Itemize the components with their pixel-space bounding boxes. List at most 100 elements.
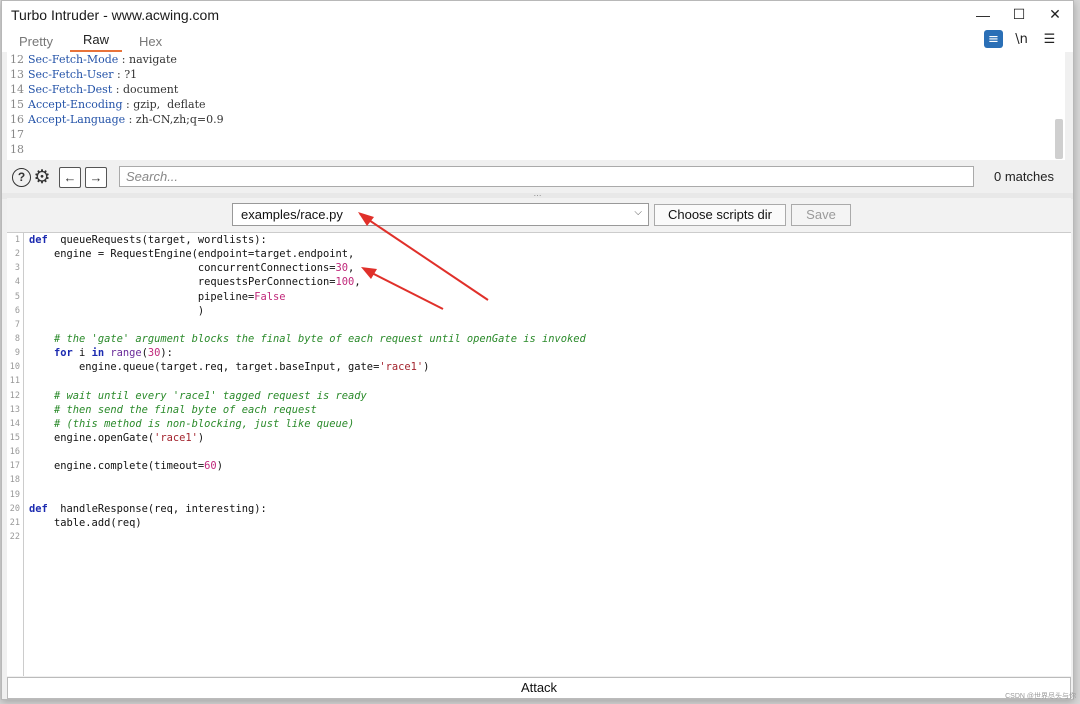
code-line-number: 22 xyxy=(7,530,20,544)
code-text: pipeline=False xyxy=(29,290,286,304)
tab-hex[interactable]: Hex xyxy=(126,34,175,52)
raw-line: 14Sec-Fetch-Dest : document xyxy=(7,82,1065,97)
code-line-number: 6 xyxy=(7,304,20,318)
code-line-number: 14 xyxy=(7,417,20,431)
tab-raw[interactable]: Raw xyxy=(70,32,122,52)
header-name: Accept-Encoding xyxy=(28,98,123,111)
raw-request-editor[interactable]: 12Sec-Fetch-Mode : navigate13Sec-Fetch-U… xyxy=(7,52,1065,160)
code-line: 4 requestsPerConnection=100, xyxy=(7,275,1071,289)
code-line: 8 # the 'gate' argument blocks the final… xyxy=(7,332,1071,346)
code-text: for i in range(30): xyxy=(29,346,173,360)
code-line-number: 7 xyxy=(7,318,20,332)
code-line: 18 xyxy=(7,473,1071,487)
code-line-number: 13 xyxy=(7,403,20,417)
raw-line: 12Sec-Fetch-Mode : navigate xyxy=(7,52,1065,67)
code-line: 5 pipeline=False xyxy=(7,290,1071,304)
code-line-number: 12 xyxy=(7,389,20,403)
code-line-number: 8 xyxy=(7,332,20,346)
code-line: 22 xyxy=(7,530,1071,544)
raw-line: 15Accept-Encoding : gzip, deflate xyxy=(7,97,1065,112)
script-panel: examples/race.py ⌵ Choose scripts dir Sa… xyxy=(7,198,1071,676)
raw-line-number: 17 xyxy=(7,127,28,142)
code-line-number: 1 xyxy=(7,233,20,247)
raw-line: 18 xyxy=(7,142,1065,157)
newline-toggle[interactable]: \n xyxy=(1012,30,1031,48)
header-value: : ?1 xyxy=(114,68,138,81)
gear-icon[interactable]: ⚙ xyxy=(31,166,53,188)
code-text: table.add(req) xyxy=(29,516,142,530)
code-line: 15 engine.openGate('race1') xyxy=(7,431,1071,445)
attack-button[interactable]: Attack xyxy=(7,677,1071,699)
header-name: Sec-Fetch-Dest xyxy=(28,83,112,96)
search-input[interactable]: Search... xyxy=(119,166,974,187)
raw-line-number: 18 xyxy=(7,142,28,157)
code-line-number: 20 xyxy=(7,502,20,516)
close-icon[interactable]: ✕ xyxy=(1037,1,1073,28)
code-line: 14 # (this method is non-blocking, just … xyxy=(7,417,1071,431)
code-line-number: 4 xyxy=(7,275,20,289)
code-line: 21 table.add(req) xyxy=(7,516,1071,530)
code-line: 20 def handleResponse(req, interesting): xyxy=(7,502,1071,516)
raw-line-number: 14 xyxy=(7,82,28,97)
code-line: 17 engine.complete(timeout=60) xyxy=(7,459,1071,473)
header-name: Sec-Fetch-Mode xyxy=(28,53,118,66)
code-line: 6 ) xyxy=(7,304,1071,318)
header-name: Accept-Language xyxy=(28,113,125,126)
minimize-icon[interactable]: — xyxy=(965,1,1001,28)
code-line: 10 engine.queue(target.req, target.baseI… xyxy=(7,360,1071,374)
raw-line: 16Accept-Language : zh-CN,zh;q=0.9 xyxy=(7,112,1065,127)
code-text: concurrentConnections=30, xyxy=(29,261,354,275)
message-tabs: Pretty Raw Hex xyxy=(2,28,1073,52)
vertical-scrollbar[interactable] xyxy=(1055,119,1063,159)
code-line-number: 18 xyxy=(7,473,20,487)
code-text: engine.complete(timeout=60) xyxy=(29,459,223,473)
title-bar: Turbo Intruder - www.acwing.com — ☐ ✕ xyxy=(2,1,1073,28)
script-code-editor[interactable]: 1 def queueRequests(target, wordlists):2 … xyxy=(7,232,1071,676)
maximize-icon[interactable]: ☐ xyxy=(1001,1,1037,28)
raw-line-number: 15 xyxy=(7,97,28,112)
raw-line-number: 16 xyxy=(7,112,28,127)
raw-line-number: 12 xyxy=(7,52,28,67)
code-text: engine = RequestEngine(endpoint=target.e… xyxy=(29,247,354,261)
code-text: # wait until every 'race1' tagged reques… xyxy=(29,389,367,403)
hamburger-menu-icon[interactable]: ☰ xyxy=(1040,30,1059,48)
code-line: 16 xyxy=(7,445,1071,459)
wrap-lines-icon[interactable]: ≡ xyxy=(984,30,1003,48)
code-line: 11 xyxy=(7,374,1071,388)
header-value: : zh-CN,zh;q=0.9 xyxy=(125,113,223,126)
header-value: : navigate xyxy=(118,53,177,66)
header-value: : gzip, deflate xyxy=(123,98,206,111)
arrow-left-icon[interactable]: ← xyxy=(59,167,81,188)
code-line: 13 # then send the final byte of each re… xyxy=(7,403,1071,417)
code-line: 3 concurrentConnections=30, xyxy=(7,261,1071,275)
match-count: 0 matches xyxy=(994,169,1054,184)
code-line-number: 16 xyxy=(7,445,20,459)
search-bar: ? ⚙ ← → Search... 0 matches xyxy=(7,161,1064,193)
code-line: 12 # wait until every 'race1' tagged req… xyxy=(7,389,1071,403)
code-line-number: 9 xyxy=(7,346,20,360)
code-line: 9 for i in range(30): xyxy=(7,346,1071,360)
choose-scripts-dir-button[interactable]: Choose scripts dir xyxy=(654,204,786,226)
code-text: engine.openGate('race1') xyxy=(29,431,204,445)
script-select[interactable]: examples/race.py ⌵ xyxy=(232,203,649,226)
tab-pretty[interactable]: Pretty xyxy=(6,34,66,52)
header-value: : document xyxy=(112,83,178,96)
code-text: # then send the final byte of each reque… xyxy=(29,403,317,417)
code-line: 2 engine = RequestEngine(endpoint=target… xyxy=(7,247,1071,261)
arrow-right-icon[interactable]: → xyxy=(85,167,107,188)
code-line-number: 2 xyxy=(7,247,20,261)
code-text: def handleResponse(req, interesting): xyxy=(29,502,267,516)
code-line: 19 xyxy=(7,488,1071,502)
save-button[interactable]: Save xyxy=(791,204,851,226)
code-text: requestsPerConnection=100, xyxy=(29,275,361,289)
chevron-down-icon: ⌵ xyxy=(634,207,642,218)
watermark: CSDN @世界尽头与你 xyxy=(1005,691,1076,701)
code-text: def queueRequests(target, wordlists): xyxy=(29,233,267,247)
raw-line: 13Sec-Fetch-User : ?1 xyxy=(7,67,1065,82)
code-line: 7 xyxy=(7,318,1071,332)
code-text: # (this method is non-blocking, just lik… xyxy=(29,417,354,431)
code-line-number: 21 xyxy=(7,516,20,530)
help-icon[interactable]: ? xyxy=(12,168,31,187)
code-line-number: 10 xyxy=(7,360,20,374)
header-name: Sec-Fetch-User xyxy=(28,68,114,81)
